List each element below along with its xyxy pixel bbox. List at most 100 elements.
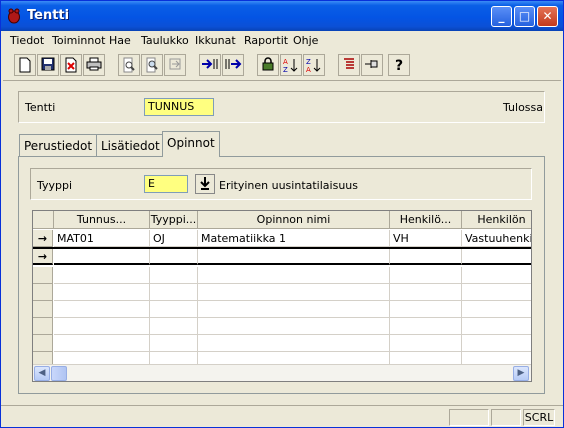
print-icon[interactable] [83, 54, 105, 76]
table-cell[interactable] [150, 335, 198, 352]
type-label: Tyyppi [37, 179, 73, 192]
table-cell[interactable] [462, 284, 531, 301]
tab-perustiedot[interactable]: Perustiedot [19, 134, 98, 156]
row-indicator[interactable] [33, 318, 53, 335]
import-icon[interactable] [199, 54, 221, 76]
table-cell[interactable] [198, 301, 390, 318]
table-cell[interactable] [462, 248, 531, 265]
sort-ascending-icon[interactable]: AZ [280, 54, 302, 76]
menu-taulukko[interactable]: Taulukko [141, 34, 189, 47]
lock-icon[interactable] [257, 54, 279, 76]
table-cell[interactable] [198, 335, 390, 352]
new-document-icon[interactable] [14, 54, 36, 76]
pin-icon[interactable] [361, 54, 383, 76]
table-cell[interactable] [54, 284, 150, 301]
table-cell[interactable]: VH [390, 230, 462, 247]
svg-text:Z: Z [306, 58, 311, 66]
menu-tiedot[interactable]: Tiedot [10, 34, 44, 47]
delete-icon[interactable] [60, 54, 82, 76]
table-cell[interactable] [462, 267, 531, 284]
toolbar: AZ ZA ? [3, 51, 561, 81]
table-cell[interactable] [54, 318, 150, 335]
close-button[interactable]: ✕ [537, 6, 558, 27]
tab-opinnot[interactable]: Opinnot [162, 131, 220, 157]
table-cell[interactable] [198, 284, 390, 301]
status-pane-1 [449, 409, 489, 426]
save-icon[interactable] [37, 54, 59, 76]
horizontal-scrollbar[interactable]: ◀ ▶ [33, 364, 531, 381]
search-icon[interactable] [141, 54, 163, 76]
status-text: Tulossa [503, 101, 544, 114]
table-cell[interactable]: Matematiikka 1 [198, 230, 390, 247]
table-cell[interactable] [462, 318, 531, 335]
row-indicator[interactable] [33, 267, 53, 284]
column-header-henkilon[interactable]: Henkilön [462, 211, 531, 229]
table-cell[interactable] [390, 335, 462, 352]
menu-raportit[interactable]: Raportit [244, 34, 288, 47]
main-window: Tentti _ □ ✕ Tiedot Toiminnot Hae Tauluk… [0, 0, 564, 428]
column-header-tyyppi[interactable]: Tyyppi... [150, 211, 198, 229]
row-indicator[interactable]: → [33, 230, 53, 247]
status-pane-scrl: SCRL [523, 409, 555, 426]
menu-toiminnot[interactable]: Toiminnot [52, 34, 105, 47]
tab-lisatiedot[interactable]: Lisätiedot [96, 134, 165, 156]
studies-grid[interactable]: Tunnus... Tyyppi... Opinnon nimi Henkilö… [32, 210, 532, 382]
table-cell[interactable] [150, 318, 198, 335]
table-cell[interactable] [54, 248, 150, 265]
table-cell[interactable] [390, 301, 462, 318]
table-cell[interactable] [198, 318, 390, 335]
minimize-button[interactable]: _ [491, 6, 512, 27]
column-header-opinnon-nimi[interactable]: Opinnon nimi [198, 211, 390, 229]
lookup-button[interactable] [195, 174, 215, 194]
table-cell[interactable] [390, 267, 462, 284]
status-bar: SCRL [1, 405, 563, 427]
table-cell[interactable] [150, 248, 198, 265]
export-icon[interactable] [222, 54, 244, 76]
exit-icon[interactable] [164, 54, 186, 76]
table-cell[interactable] [54, 335, 150, 352]
scroll-thumb[interactable] [51, 366, 67, 381]
row-indicator[interactable] [33, 335, 53, 352]
column-header-tunnus[interactable]: Tunnus... [54, 211, 150, 229]
table-cell[interactable] [462, 335, 531, 352]
table-cell[interactable] [390, 248, 462, 265]
row-divider [33, 247, 531, 249]
table-cell[interactable] [198, 248, 390, 265]
table-cell[interactable]: Vastuuhenkilö [462, 230, 531, 247]
type-description: Erityinen uusintatilaisuus [219, 179, 358, 192]
svg-text:A: A [306, 66, 311, 73]
column-header-henkilo[interactable]: Henkilö... [390, 211, 462, 229]
title-bar[interactable]: Tentti _ □ ✕ [1, 1, 563, 31]
menu-ikkunat[interactable]: Ikkunat [195, 34, 236, 47]
sort-descending-icon[interactable]: ZA [303, 54, 325, 76]
scroll-right-button[interactable]: ▶ [513, 366, 529, 381]
table-cell[interactable] [198, 267, 390, 284]
tentti-code-field[interactable]: TUNNUS [144, 98, 214, 116]
menu-ohje[interactable]: Ohje [293, 34, 318, 47]
table-cell[interactable]: OJ [150, 230, 198, 247]
type-field[interactable]: E [144, 175, 188, 193]
svg-text:A: A [283, 58, 288, 66]
print-preview-icon[interactable] [118, 54, 140, 76]
menu-bar: Tiedot Toiminnot Hae Taulukko Ikkunat Ra… [1, 31, 563, 50]
table-cell[interactable] [54, 267, 150, 284]
maximize-button[interactable]: □ [514, 6, 535, 27]
table-cell[interactable] [54, 301, 150, 318]
row-indicator[interactable]: → [33, 248, 53, 265]
table-cell[interactable] [150, 284, 198, 301]
table-cell[interactable] [390, 284, 462, 301]
list-icon[interactable] [338, 54, 360, 76]
table-cell[interactable]: MAT01 [54, 230, 150, 247]
window-title: Tentti [27, 8, 70, 23]
help-icon[interactable]: ? [388, 54, 410, 76]
table-cell[interactable] [390, 318, 462, 335]
table-cell[interactable] [462, 301, 531, 318]
row-indicator[interactable] [33, 301, 53, 318]
row-indicator[interactable] [33, 284, 53, 301]
table-cell[interactable] [150, 267, 198, 284]
table-cell[interactable] [150, 301, 198, 318]
scroll-left-button[interactable]: ◀ [34, 366, 50, 381]
status-pane-2 [491, 409, 521, 426]
header-panel: Tentti TUNNUS Tulossa [18, 91, 545, 123]
menu-hae[interactable]: Hae [109, 34, 131, 47]
